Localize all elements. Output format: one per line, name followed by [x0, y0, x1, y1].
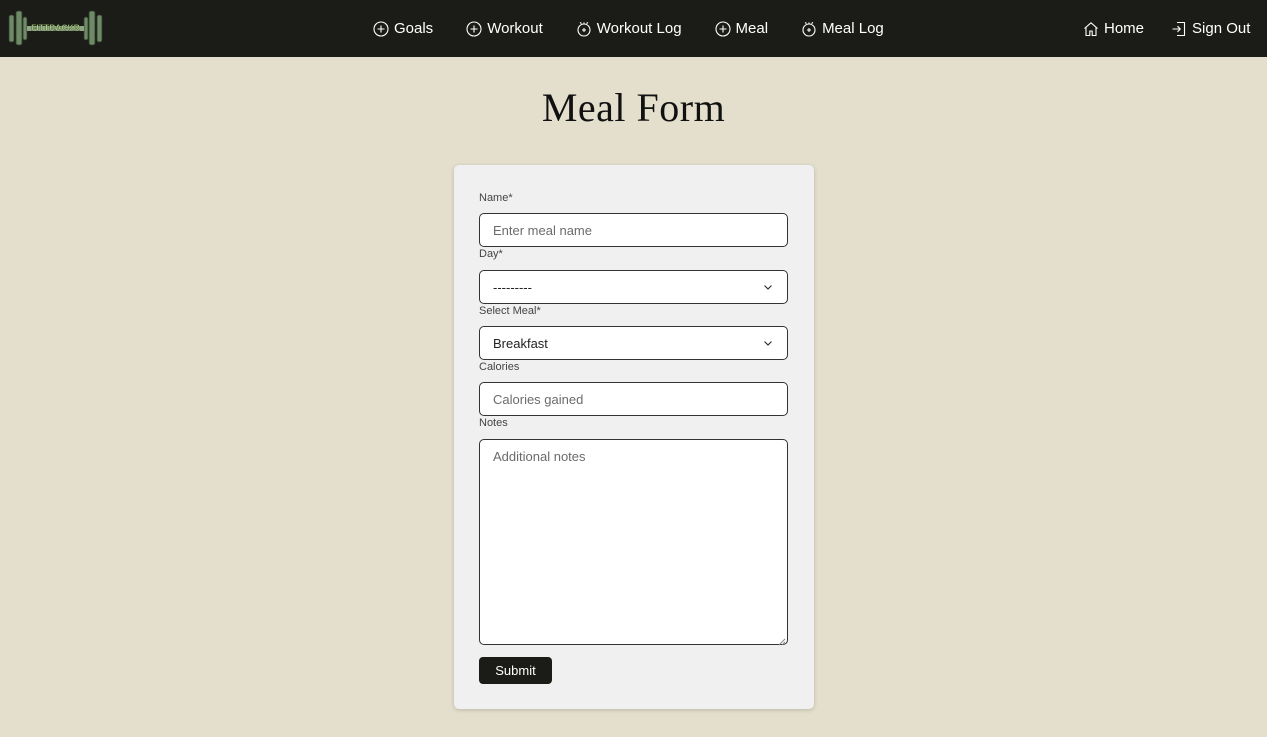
resize-handle-icon[interactable]	[777, 634, 786, 646]
day-select-value: ---------	[493, 279, 532, 295]
nav-home-label: Home	[1104, 20, 1145, 37]
logo-text: FITTRACKR	[31, 23, 80, 33]
account-nav: Home Sign Out	[1083, 0, 1267, 57]
meal-name-input[interactable]: Enter meal name	[479, 213, 788, 247]
log-icon	[576, 21, 592, 37]
sign-out-icon	[1171, 21, 1187, 37]
log-icon	[801, 21, 817, 37]
nav-sign-out-label: Sign Out	[1192, 20, 1251, 37]
nav-workout-log-label: Workout Log	[596, 20, 682, 37]
main-nav: Goals Workout Workout Log Meal Meal Log	[373, 0, 917, 57]
nav-workout[interactable]: Workout	[466, 20, 543, 37]
meal-type-select[interactable]: Breakfast	[479, 326, 788, 360]
day-select[interactable]: ---------	[479, 270, 788, 304]
plus-circle-icon	[466, 20, 482, 37]
top-navbar: FITTRACKR Goals Workout Workout Log Meal…	[0, 0, 1267, 57]
nav-sign-out[interactable]: Sign Out	[1171, 20, 1250, 37]
fittrackr-logo[interactable]: FITTRACKR	[7, 9, 104, 47]
calories-label: Calories	[479, 361, 520, 373]
meal-name-placeholder: Enter meal name	[493, 222, 592, 238]
notes-textarea[interactable]: Additional notes	[479, 439, 788, 646]
plus-circle-icon	[373, 20, 389, 37]
submit-button[interactable]: Submit	[479, 657, 552, 684]
nav-workout-log[interactable]: Workout Log	[576, 20, 682, 37]
plus-circle-icon	[714, 20, 731, 37]
meal-type-value: Breakfast	[493, 335, 548, 351]
nav-meal[interactable]: Meal	[714, 20, 769, 37]
calories-placeholder: Calories gained	[493, 391, 584, 407]
page-title: Meal Form	[541, 85, 726, 130]
nav-goals[interactable]: Goals	[373, 20, 433, 37]
chevron-down-icon	[762, 337, 774, 349]
nav-goals-label: Goals	[394, 20, 434, 37]
nav-meal-label: Meal	[735, 20, 769, 37]
notes-placeholder: Additional notes	[493, 449, 586, 464]
chevron-down-icon	[762, 281, 774, 293]
nav-meal-log[interactable]: Meal Log	[801, 20, 884, 37]
day-label: Day*	[479, 248, 503, 260]
nav-home[interactable]: Home	[1083, 20, 1144, 37]
home-icon	[1083, 21, 1099, 37]
nav-meal-log-label: Meal Log	[822, 20, 884, 37]
nav-workout-label: Workout	[487, 20, 543, 37]
name-label: Name*	[479, 192, 513, 204]
calories-input[interactable]: Calories gained	[479, 382, 788, 416]
select-meal-label: Select Meal*	[479, 305, 541, 317]
meal-form-card: Name* Enter meal name Day* --------- Sel…	[454, 165, 814, 709]
notes-label: Notes	[479, 417, 508, 429]
